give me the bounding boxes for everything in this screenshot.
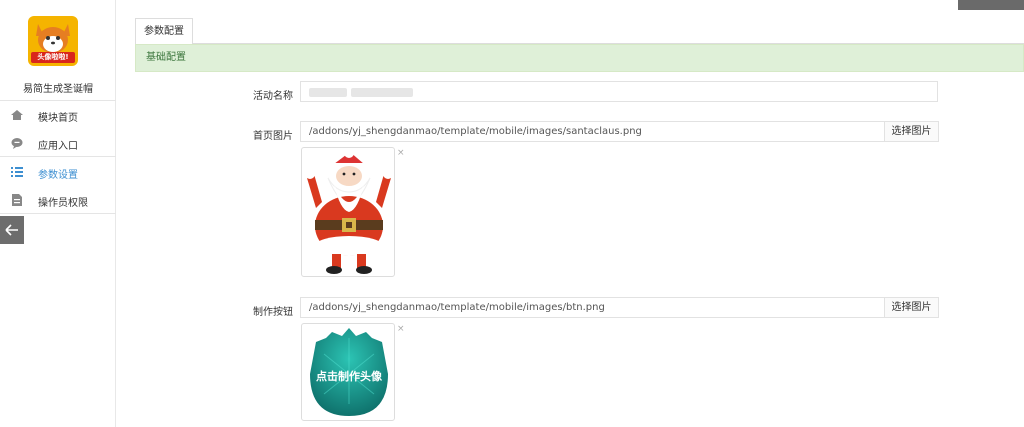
make-button-select-button[interactable]: 选择图片 (884, 297, 939, 318)
sidebar: 头像啦啦! 易简生成圣诞帽 模块首页 应用入口 参数设置 操作员权限 (0, 0, 116, 427)
home-image-select-button[interactable]: 选择图片 (884, 121, 939, 142)
make-button-preview: 点击制作头像 (301, 323, 395, 421)
panel-heading: 基础配置 (135, 44, 1024, 72)
home-image-preview (301, 147, 395, 277)
home-icon (10, 108, 24, 122)
chat-bubble-icon (10, 136, 24, 150)
sidebar-item-label: 应用入口 (38, 141, 78, 152)
home-image-label: 首页图片 (253, 131, 293, 142)
sidebar-item-label: 操作员权限 (38, 198, 88, 209)
arrow-left-icon (5, 224, 19, 239)
sidebar-item-entry[interactable]: 应用入口 (0, 129, 116, 157)
remove-home-image-icon[interactable]: × (397, 148, 405, 158)
document-icon (10, 193, 24, 207)
app-logo: 头像啦啦! (28, 16, 78, 66)
list-icon (10, 165, 24, 179)
make-button-image-text: 点击制作头像 (316, 370, 382, 383)
santa-image (305, 148, 393, 274)
sidebar-item-settings[interactable]: 参数设置 (0, 158, 116, 186)
activity-name-input[interactable] (300, 81, 938, 102)
sidebar-item-label: 模块首页 (38, 113, 78, 124)
tab-params-config[interactable]: 参数配置 (135, 18, 193, 44)
activity-name-label: 活动名称 (253, 91, 293, 102)
make-button-label: 制作按钮 (253, 307, 293, 318)
home-image-path-input[interactable]: /addons/yj_shengdanmao/template/mobile/i… (300, 121, 885, 142)
collapse-sidebar-button[interactable] (0, 216, 24, 244)
sidebar-item-permissions[interactable]: 操作员权限 (0, 186, 116, 214)
remove-make-button-image-icon[interactable]: × (397, 324, 405, 334)
blurred-text (351, 88, 413, 97)
main-content: 参数配置 基础配置 活动名称 首页图片 /addons/yj_shengdanm… (117, 0, 1024, 427)
make-button-path-input[interactable]: /addons/yj_shengdanmao/template/mobile/i… (300, 297, 885, 318)
logo-text: 头像啦啦! (37, 53, 69, 61)
blurred-text (309, 88, 347, 97)
sidebar-item-home[interactable]: 模块首页 (0, 101, 116, 129)
sidebar-item-label: 参数设置 (38, 170, 78, 181)
app-name: 易简生成圣诞帽 (23, 84, 93, 95)
